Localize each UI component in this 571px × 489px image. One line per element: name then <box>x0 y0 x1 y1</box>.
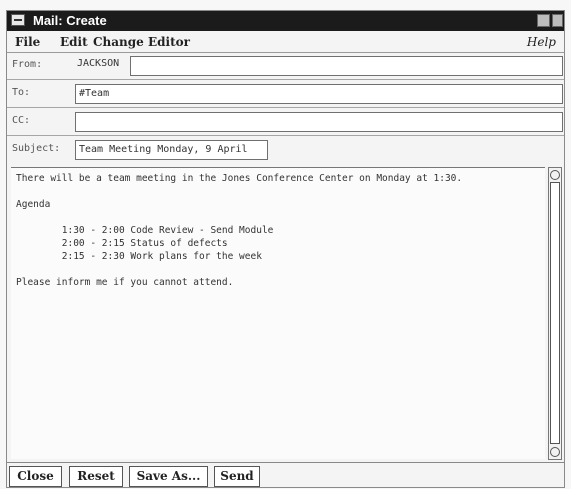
scroll-up-icon[interactable] <box>550 170 560 180</box>
subject-row: Subject: Team Meeting Monday, 9 April <box>7 137 564 164</box>
message-line: There will be a team meeting in the Jone… <box>16 173 463 184</box>
scroll-thumb[interactable] <box>550 182 560 444</box>
maximize-icon[interactable] <box>552 14 563 27</box>
from-row: From: JACKSON <box>7 53 564 80</box>
message-line: 1:30 - 2:00 Code Review - Send Module <box>16 225 274 236</box>
scroll-down-icon[interactable] <box>550 447 560 457</box>
send-button[interactable]: Send <box>214 466 260 487</box>
message-line: 2:00 - 2:15 Status of defects <box>16 238 228 249</box>
message-line <box>16 263 540 276</box>
minimize-icon[interactable] <box>537 14 550 27</box>
message-line: 2:15 - 2:30 Work plans for the week <box>16 251 262 262</box>
message-body[interactable]: There will be a team meeting in the Jone… <box>11 167 545 459</box>
from-value: JACKSON <box>77 58 120 69</box>
window-title: Mail: Create <box>33 13 107 28</box>
to-field[interactable]: #Team <box>75 84 563 104</box>
cc-label: CC: <box>12 115 31 126</box>
from-label: From: <box>12 59 43 70</box>
vertical-scrollbar[interactable] <box>548 167 562 460</box>
title-bar[interactable]: Mail: Create <box>7 11 564 31</box>
system-menu-icon[interactable] <box>11 14 25 26</box>
message-line <box>16 211 540 224</box>
message-line: Please inform me if you cannot attend. <box>16 277 234 288</box>
close-button[interactable]: Close <box>9 466 62 487</box>
reset-button[interactable]: Reset <box>69 466 123 487</box>
subject-field[interactable]: Team Meeting Monday, 9 April <box>75 140 268 160</box>
menu-help[interactable]: Help <box>527 35 556 49</box>
to-label: To: <box>12 87 31 98</box>
mail-create-window: Mail: Create File Edit Change Editor Hel… <box>6 10 565 488</box>
message-line <box>16 185 540 198</box>
save-as-button[interactable]: Save As... <box>129 466 208 487</box>
cc-row: CC: <box>7 109 564 136</box>
button-bar: Close Reset Save As... Send <box>7 462 564 488</box>
message-line: Agenda <box>16 199 51 210</box>
menu-change-editor[interactable]: Change Editor <box>93 35 190 49</box>
from-field[interactable] <box>130 56 563 76</box>
menu-edit[interactable]: Edit <box>60 35 88 49</box>
cc-field[interactable] <box>75 112 563 132</box>
subject-label: Subject: <box>12 143 61 154</box>
menu-bar: File Edit Change Editor Help <box>7 32 564 53</box>
to-row: To: #Team <box>7 81 564 108</box>
menu-file[interactable]: File <box>15 35 40 49</box>
